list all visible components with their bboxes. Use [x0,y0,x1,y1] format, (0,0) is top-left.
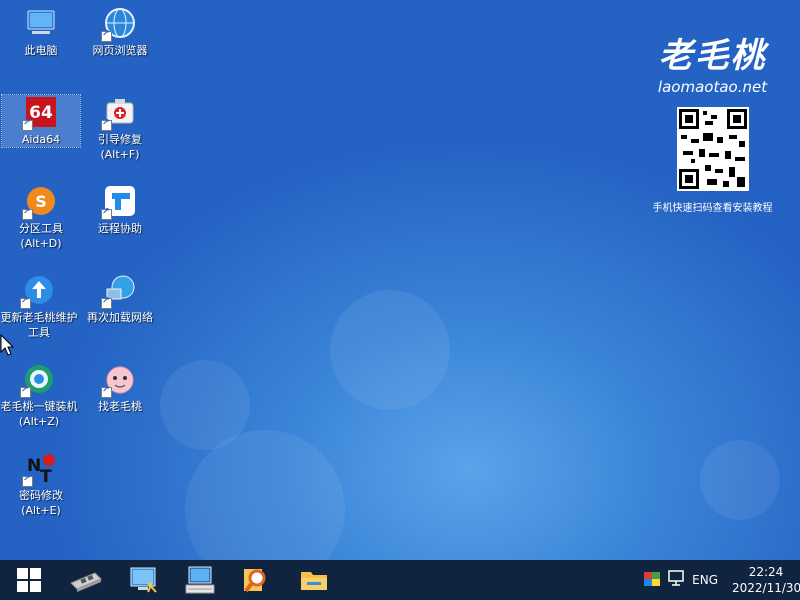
icon-label: 再次加载网络 [87,311,153,324]
password-change-icon: NT [22,451,58,487]
start-icon [16,568,41,592]
desktop-icon-boot-repair[interactable]: 引导修复 (Alt+F) [81,95,159,162]
update-tool-icon [20,273,56,309]
boot-repair-icon [101,95,137,131]
brand-logo: 老毛桃 [658,36,767,76]
shortcut-arrow-icon [101,118,112,131]
icon-label: 老毛桃一键装机(Alt+Z) [0,400,78,428]
remote-assist-icon [101,184,137,220]
desktop-icon-aida64[interactable]: 64 Aida64 [1,94,81,148]
brand-domain: laomaotao.net [657,78,768,96]
partition-tool-icon: S [22,184,58,220]
keyboard-monitor-icon [185,566,214,594]
icon-label: 引导修复 (Alt+F) [98,133,142,161]
taskbar-file-explorer-app[interactable] [285,560,342,600]
desktop-icon-update-tool[interactable]: 更新老毛桃维护工具 [0,273,78,340]
svg-text:S: S [35,192,47,211]
background-bubble [700,440,780,520]
icon-label: 找老毛桃 [98,400,142,413]
shortcut-arrow-icon [101,296,112,309]
desktop[interactable]: 此电脑 64 Aida64 S 分区工具 (Alt+D) 更新老毛桃维护工具 老… [0,0,800,560]
shortcut-arrow-icon [101,207,112,220]
desktop-icon-partition-tool[interactable]: S 分区工具 (Alt+D) [2,184,80,251]
shortcut-arrow-icon [22,207,33,220]
clock-time: 22:24 [748,565,784,579]
taskbar-network-computer-app[interactable] [114,560,171,600]
taskbar-memory-app[interactable] [57,560,114,600]
find-laomaotao-icon [101,362,137,398]
icon-label: 远程协助 [98,222,142,235]
one-click-install-icon [20,362,56,398]
system-tray: ENG 22:24 2022/11/30 [644,560,800,600]
svg-text:T: T [40,467,52,485]
computer-icon [24,6,58,40]
taskbar-search-app[interactable] [228,560,285,600]
start-button[interactable] [0,560,57,600]
background-bubble [330,290,450,410]
taskbar: ENG 22:24 2022/11/30 [0,560,800,600]
qr-code [677,107,749,191]
icon-label: 分区工具 (Alt+D) [19,222,63,250]
shortcut-arrow-icon [22,118,33,131]
icon-label: 密码修改 (Alt+E) [19,489,63,517]
shortcut-arrow-icon [20,296,31,309]
icon-label: Aida64 [21,133,61,146]
taskbar-keyboard-monitor-app[interactable] [171,560,228,600]
shortcut-arrow-icon [20,385,31,398]
search-magnifier-icon [243,569,265,593]
desktop-icon-one-click-install[interactable]: 老毛桃一键装机(Alt+Z) [0,362,78,429]
qr-caption: 手机快速扫码查看安装教程 [652,203,773,214]
input-language-indicator[interactable]: ENG [692,573,718,587]
shortcut-arrow-icon [101,29,112,42]
icon-label: 此电脑 [24,44,58,57]
display-color-icon[interactable] [644,571,661,590]
network-computer-icon [130,567,157,593]
mouse-pointer-icon [0,333,15,360]
icon-label: 网页浏览器 [92,44,148,57]
desktop-icon-reload-network[interactable]: 再次加载网络 [81,273,159,325]
shortcut-arrow-icon [22,474,33,487]
brand-block: 老毛桃 laomaotao.net [650,36,775,96]
desktop-icon-find-laomaotao[interactable]: 找老毛桃 [81,362,159,414]
network-status-icon[interactable] [668,570,686,590]
reload-network-icon [101,273,137,309]
desktop-icon-password-change[interactable]: NT 密码修改 (Alt+E) [2,451,80,518]
aida64-icon: 64 [22,95,58,131]
shortcut-arrow-icon [101,385,112,398]
desktop-icon-web-browser[interactable]: 网页浏览器 [81,6,159,58]
desktop-icon-remote-assist[interactable]: 远程协助 [81,184,159,236]
taskbar-clock[interactable]: 22:24 2022/11/30 [732,564,800,596]
clock-date: 2022/11/30 [732,581,800,595]
file-explorer-icon [300,572,327,590]
memory-chip-icon [69,572,102,592]
web-browser-icon [101,6,137,42]
desktop-icon-this-pc[interactable]: 此电脑 [2,6,80,58]
